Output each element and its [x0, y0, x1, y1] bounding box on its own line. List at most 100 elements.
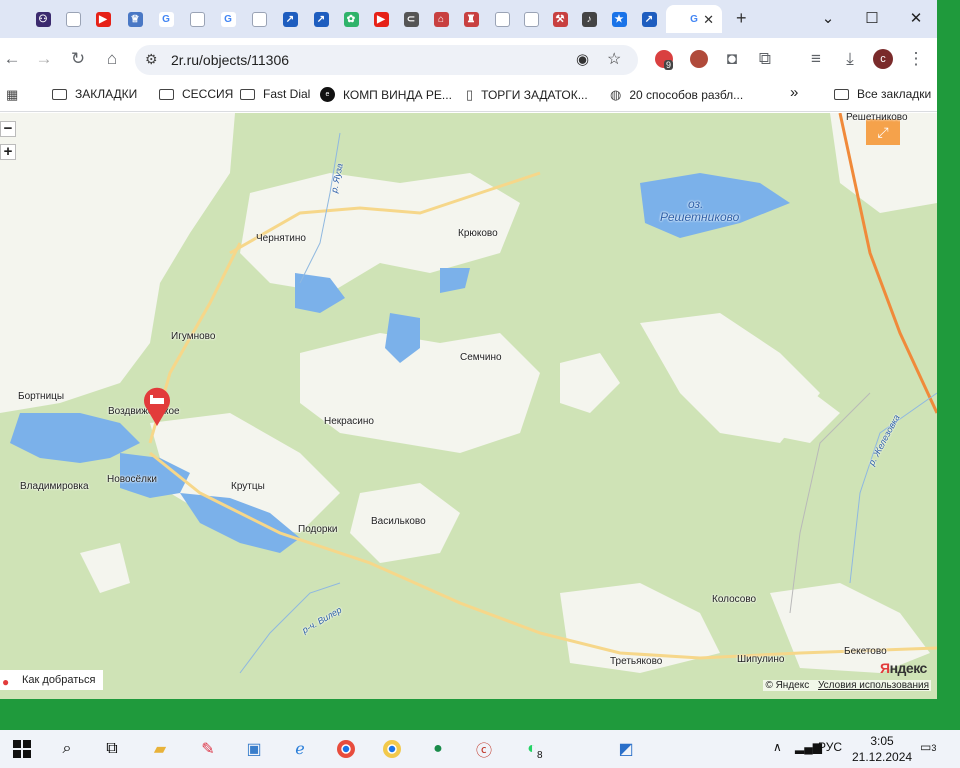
bookmark-komp[interactable]: e КОМП ВИНДА РЕ...	[320, 87, 452, 102]
whatsapp-badge: 8	[537, 750, 543, 761]
doc-icon	[65, 11, 81, 27]
bookmark-label: ЗАКЛАДКИ	[75, 87, 138, 101]
youtube-icon: ▶	[373, 11, 389, 27]
new-tab-button[interactable]: +	[736, 8, 747, 29]
zoom-out-button[interactable]: −	[0, 121, 16, 137]
chrome-profile-icon[interactable]	[380, 737, 404, 761]
place-label: Колосово	[712, 594, 757, 605]
browser-tab[interactable]: ↗	[277, 5, 303, 33]
app-icon: ⚇	[35, 11, 51, 27]
camera-icon[interactable]: ◘	[722, 49, 742, 69]
paint-icon[interactable]: ✎	[196, 737, 220, 761]
all-bookmarks-button[interactable]: Все закладки	[834, 87, 931, 101]
browser-tab[interactable]: ⌂	[428, 5, 454, 33]
windows-start-icon[interactable]	[10, 737, 34, 761]
building-icon: ⌂	[433, 11, 449, 27]
doc-icon	[494, 11, 510, 27]
close-tab-icon[interactable]: ✕	[703, 12, 714, 28]
google-icon: G	[220, 11, 236, 27]
browser-tab[interactable]: G	[215, 5, 241, 33]
url-text[interactable]: 2r.ru/objects/11306	[171, 52, 289, 68]
photos-icon[interactable]: ◩	[614, 737, 638, 761]
bookmark-torgi[interactable]: ▯ ТОРГИ ЗАДАТОК...	[466, 87, 588, 103]
bookmark-20-sposobov[interactable]: ◍ 20 способов разбл...	[610, 87, 743, 103]
browser-tab[interactable]	[184, 5, 210, 33]
chevron-down-icon[interactable]: ⌄	[818, 9, 838, 27]
address-bar[interactable]: ⚙ 2r.ru/objects/11306 ◉ ☆	[135, 45, 638, 75]
control-panel-icon[interactable]: ▣	[242, 737, 266, 761]
browser-tab[interactable]: G	[153, 5, 179, 33]
browser-tab[interactable]: ♕	[122, 5, 148, 33]
browser-tab[interactable]	[60, 5, 86, 33]
extensions-puzzle-icon[interactable]: ⧉	[755, 49, 775, 69]
chrome-icon[interactable]	[334, 737, 358, 761]
bookmarks-bar: ▦ ЗАКЛАДКИ СЕССИЯ Fast Dial e КОМП ВИНДА …	[0, 80, 937, 112]
arrow-logo-icon: ↗	[313, 11, 329, 27]
browser-tab[interactable]: ⚇	[30, 5, 56, 33]
browser-tab[interactable]: ⚒	[547, 5, 573, 33]
bookmarks-overflow-button[interactable]: »	[790, 84, 798, 101]
lake-label: оз.	[688, 197, 704, 211]
map-view[interactable]: − + ⤢ Решетниково оз. Решетниково Чернят…	[0, 113, 937, 699]
zoom-in-button[interactable]: +	[0, 144, 16, 160]
restore-window-icon[interactable]: ☐	[862, 9, 882, 27]
browser-tab[interactable]: ★	[606, 5, 632, 33]
download-icon[interactable]: ⤓	[840, 49, 860, 69]
search-icon[interactable]: ⌕	[55, 737, 79, 761]
notifications-icon[interactable]: ▭3	[920, 740, 936, 754]
location-pin-icon: ●	[2, 675, 10, 689]
star-icon: ★	[611, 11, 627, 27]
terms-link[interactable]: Условия использования	[818, 680, 929, 691]
bookmark-folder-fast-dial[interactable]: Fast Dial	[240, 87, 310, 101]
bookmark-star-icon[interactable]: ☆	[607, 49, 621, 69]
route-link-label: Как добраться	[22, 674, 96, 686]
back-icon[interactable]: ←	[2, 49, 22, 69]
eye-off-icon[interactable]: ◉	[576, 50, 589, 68]
notification-count: 3	[931, 743, 937, 753]
tray-expand-icon[interactable]: ∧	[773, 740, 782, 754]
extension-icon[interactable]	[690, 50, 708, 68]
file-explorer-icon[interactable]: ▰	[148, 737, 172, 761]
forward-icon[interactable]: →	[34, 49, 54, 69]
browser-tab[interactable]: ⊂	[398, 5, 424, 33]
media-queue-icon[interactable]: ≡	[806, 49, 826, 69]
c-app-icon[interactable]: ⓒ	[472, 737, 496, 761]
apps-grid-icon[interactable]: ▦	[6, 87, 26, 103]
browser-tab[interactable]: ✿	[338, 5, 364, 33]
browser-tab[interactable]: ♜	[458, 5, 484, 33]
copyright-text: © Яндекс	[765, 680, 810, 691]
doc-icon	[523, 11, 539, 27]
doc-icon	[189, 11, 205, 27]
place-label: Васильково	[371, 516, 426, 527]
browser-tab[interactable]	[489, 5, 515, 33]
home-icon[interactable]: ⌂	[102, 49, 122, 69]
clock[interactable]: 3:05 21.12.2024	[852, 733, 912, 765]
google-icon: G	[686, 11, 702, 27]
hammer-icon: ⚒	[552, 11, 568, 27]
browser-tab[interactable]: ↗	[308, 5, 334, 33]
reload-icon[interactable]: ↻	[68, 49, 88, 69]
bookmark-folder-sessiya[interactable]: СЕССИЯ	[159, 87, 233, 101]
menu-icon[interactable]: ⋮	[906, 49, 926, 69]
browser-tab[interactable]: G ✕	[666, 5, 722, 33]
browser-tab[interactable]: ↗	[636, 5, 662, 33]
browser-tab[interactable]: ♪	[576, 5, 602, 33]
windows-taskbar: ⌕ ⧉ ▰ ✎ ▣ ℯ ● ⓒ ◐ 8 ◩ ∧ ▂▄▆ РУС 3:05 21.…	[0, 730, 960, 768]
browser-tab[interactable]: ▶	[368, 5, 394, 33]
bookmark-folder-zakladki[interactable]: ЗАКЛАДКИ	[52, 87, 137, 101]
site-settings-icon[interactable]: ⚙	[145, 51, 158, 68]
browser-tab[interactable]	[246, 5, 272, 33]
green-app-icon[interactable]: ●	[426, 737, 450, 761]
browser-tab[interactable]	[518, 5, 544, 33]
close-window-icon[interactable]: ✕	[906, 9, 926, 27]
hotel-marker-icon[interactable]	[142, 387, 172, 427]
profile-avatar[interactable]: c	[873, 49, 893, 69]
language-indicator[interactable]: РУС	[818, 740, 842, 754]
place-label: Крутцы	[231, 481, 265, 492]
internet-explorer-icon[interactable]: ℯ	[288, 737, 312, 761]
place-label: Бекетово	[844, 646, 887, 657]
task-view-icon[interactable]: ⧉	[100, 737, 124, 761]
bookmark-label: Fast Dial	[263, 87, 311, 101]
browser-tab[interactable]: ▶	[90, 5, 116, 33]
route-link[interactable]: ● Как добраться	[0, 670, 104, 690]
